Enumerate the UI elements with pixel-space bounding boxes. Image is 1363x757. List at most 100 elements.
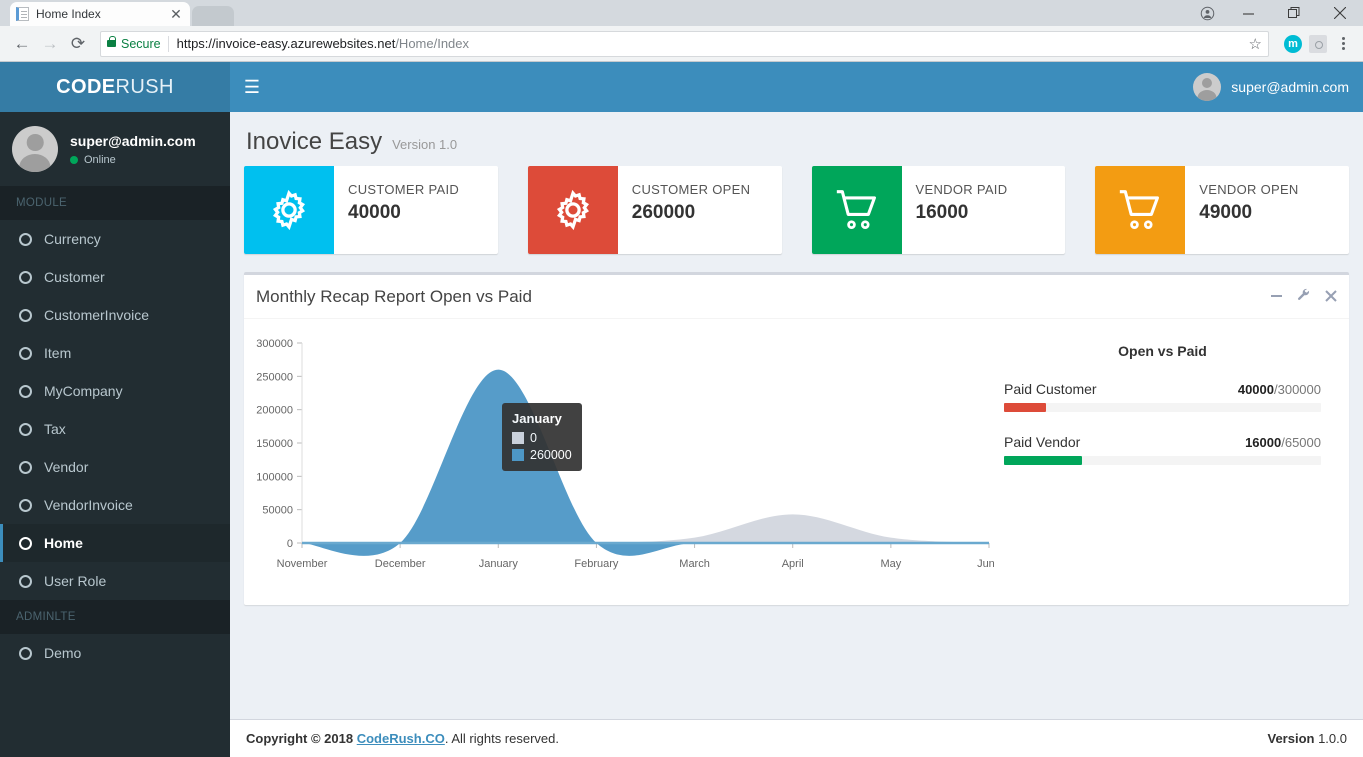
info-box-customer-open[interactable]: CUSTOMER OPEN 260000 <box>527 166 782 254</box>
svg-text:200000: 200000 <box>256 405 293 417</box>
minimize-panel-icon[interactable] <box>1270 289 1283 305</box>
sidebar-item-label: User Role <box>44 573 107 589</box>
app-footer: Copyright © 2018 CodeRush.CO. All rights… <box>230 719 1363 757</box>
footer-brand-link[interactable]: CodeRush.CO <box>357 731 445 746</box>
address-bar[interactable]: Secure https://invoice-easy.azurewebsite… <box>100 30 1269 57</box>
circle-bullet-icon <box>19 346 32 360</box>
sidebar-user-panel[interactable]: super@admin.com Online <box>0 112 230 186</box>
circle-bullet-icon <box>19 536 32 550</box>
page-header: Inovice Easy Version 1.0 <box>230 112 1363 166</box>
svg-text:November: November <box>277 558 328 570</box>
info-box-vendor-open[interactable]: VENDOR OPEN 49000 <box>1095 166 1349 254</box>
sidebar-item-customer[interactable]: Customer <box>0 258 230 296</box>
svg-text:50000: 50000 <box>262 505 293 517</box>
footer-copyright-suffix: . All rights reserved. <box>444 731 559 746</box>
sidebar-item-mycompany[interactable]: MyCompany <box>0 372 230 410</box>
sidebar-item-label: Home <box>44 535 83 551</box>
circle-bullet-icon <box>19 498 32 512</box>
area-chart[interactable]: 0 50000 100000 150000 200000 250000 300000 Nove… <box>254 331 1001 591</box>
progress-name: Paid Vendor <box>1004 434 1081 450</box>
info-box-row: CUSTOMER PAID 40000 CUSTOMER OPEN 260000 VEN… <box>230 166 1363 254</box>
svg-text:March: March <box>679 558 710 570</box>
footer-copyright-prefix: Copyright © 2018 <box>246 731 357 746</box>
progress-labels: Paid Customer 40000/300000 <box>1004 381 1321 397</box>
info-box-customer-paid[interactable]: CUSTOMER PAID 40000 <box>244 166 498 254</box>
open-vs-paid-summary: Open vs Paid Paid Customer 40000/300000 Pa… <box>994 331 1339 591</box>
window-minimize-button[interactable] <box>1225 0 1271 26</box>
sidebar-item-currency[interactable]: Currency <box>0 220 230 258</box>
kebab-menu-icon[interactable] <box>1331 31 1355 57</box>
progress-total: /65000 <box>1281 435 1321 450</box>
svg-text:150000: 150000 <box>256 438 293 450</box>
progress-value: 16000/65000 <box>1245 435 1321 450</box>
footer-version-value: 1.0.0 <box>1318 731 1347 746</box>
window-maximize-button[interactable] <box>1271 0 1317 26</box>
chart-canvas: 0 50000 100000 150000 200000 250000 300000 Nove… <box>256 338 1001 570</box>
logo-bold-part: CODE <box>56 75 116 98</box>
svg-text:February: February <box>574 558 619 570</box>
page-version: Version 1.0 <box>392 137 458 152</box>
info-box-label: CUSTOMER OPEN <box>631 182 751 197</box>
circle-bullet-icon <box>19 270 32 284</box>
topbar-user-email: super@admin.com <box>1231 79 1349 95</box>
new-tab-button[interactable] <box>192 6 234 26</box>
svg-text:250000: 250000 <box>256 371 293 383</box>
sidebar-item-vendorinvoice[interactable]: VendorInvoice <box>0 486 230 524</box>
close-panel-icon[interactable] <box>1325 289 1337 305</box>
svg-text:January: January <box>479 558 519 570</box>
circle-bullet-icon <box>19 646 32 660</box>
info-box-value: 49000 <box>1199 202 1253 223</box>
profile-avatar-icon[interactable]: m <box>1284 34 1302 53</box>
sidebar-toggle-icon[interactable]: ☰ <box>230 62 274 112</box>
svg-text:April: April <box>782 558 804 570</box>
sidebar-item-vendor[interactable]: Vendor <box>0 448 230 486</box>
back-arrow-icon[interactable]: ← <box>8 30 36 58</box>
cart-icon <box>811 166 902 254</box>
window-controls <box>1189 0 1363 26</box>
app-body: super@admin.com Online MODULE Currency Cus… <box>0 112 1363 757</box>
url-path: /Home/Index <box>395 36 470 51</box>
sidebar-item-label: Tax <box>44 421 66 437</box>
app-logo[interactable]: CODE RUSH <box>0 62 230 112</box>
progress-block: Paid Customer 40000/300000 <box>1004 381 1321 412</box>
progress-labels: Paid Vendor 16000/65000 <box>1004 434 1321 450</box>
forward-arrow-icon[interactable]: → <box>36 30 64 58</box>
sidebar-item-label: CustomerInvoice <box>44 307 150 323</box>
circle-bullet-icon <box>19 384 32 398</box>
browser-profile-icon[interactable] <box>1189 0 1225 26</box>
svg-text:300000: 300000 <box>256 338 293 350</box>
wrench-panel-icon[interactable] <box>1297 288 1311 305</box>
info-box-vendor-paid[interactable]: VENDOR PAID 16000 <box>811 166 1066 254</box>
sidebar-item-user-role[interactable]: User Role <box>0 562 230 600</box>
gear-icon <box>244 166 334 254</box>
chart-panel-header: Monthly Recap Report Open vs Paid <box>244 275 1349 319</box>
summary-title: Open vs Paid <box>1118 343 1207 359</box>
info-box-value: 260000 <box>631 202 696 223</box>
sidebar-item-label: Vendor <box>44 459 89 475</box>
sidebar-item-customerinvoice[interactable]: CustomerInvoice <box>0 296 230 334</box>
bookmark-star-icon[interactable]: ☆ <box>1249 35 1262 53</box>
circle-bullet-icon <box>19 422 32 436</box>
url-domain: https://invoice-easy.azurewebsites.net <box>176 36 396 51</box>
progress-current: 40000 <box>1237 382 1274 397</box>
sidebar-item-demo[interactable]: Demo <box>0 634 230 672</box>
reload-icon[interactable]: ⟳ <box>64 30 92 58</box>
sidebar-nav: MODULE Currency Customer CustomerInvoice Ite… <box>0 186 230 672</box>
window-close-button[interactable] <box>1317 0 1363 26</box>
sidebar-status-label: Online <box>84 153 116 166</box>
browser-tab[interactable]: Home Index ✕ <box>10 2 190 26</box>
extension-icon[interactable] <box>1309 34 1327 53</box>
info-box-label: CUSTOMER PAID <box>348 182 460 197</box>
progress-track <box>1004 403 1321 412</box>
progress-current: 16000 <box>1245 435 1282 450</box>
sidebar: super@admin.com Online MODULE Currency Cus… <box>0 112 230 757</box>
topbar-user-menu[interactable]: super@admin.com <box>1193 73 1349 101</box>
gear-icon <box>527 166 618 254</box>
sidebar-item-tax[interactable]: Tax <box>0 410 230 448</box>
main-content: Inovice Easy Version 1.0 CUSTOMER PAID 40… <box>230 112 1363 757</box>
browser-tabstrip: Home Index ✕ <box>0 0 1363 26</box>
lock-icon <box>107 36 116 47</box>
tab-close-icon[interactable]: ✕ <box>168 6 184 22</box>
sidebar-item-home[interactable]: Home <box>0 524 230 562</box>
sidebar-item-item[interactable]: Item <box>0 334 230 372</box>
